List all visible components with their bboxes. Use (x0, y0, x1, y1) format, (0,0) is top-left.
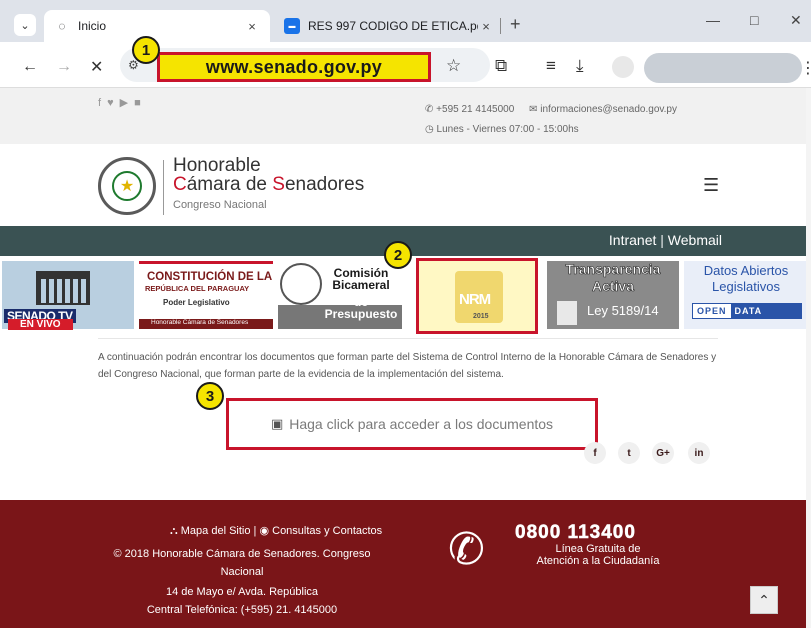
profile-avatar[interactable] (612, 56, 634, 78)
phone-hotline-icon: ✆ (448, 525, 485, 574)
hours-text: Lunes - Viernes 07:00 - 15:00hs (436, 124, 579, 135)
back-button[interactable]: ← (22, 58, 38, 76)
hotline-sub2: Atención a la Ciudadanía (536, 555, 660, 567)
hotline-sub1: Línea Gratuita de (555, 543, 641, 555)
mail-icon: ✉ (529, 104, 541, 115)
footer-central: Central Telefónica: (+595) 21. 4145000 (146, 604, 338, 616)
contact-phone: +595 21 4145000 (436, 104, 515, 115)
phone-icon: ✆ (425, 104, 437, 115)
pdf-icon: ▣ (270, 416, 284, 431)
annotation-badge-3: 3 (196, 382, 224, 410)
bookmark-star-icon[interactable]: ☆ (446, 56, 461, 76)
sitemap-icon: ⛬ (170, 525, 181, 537)
intranet-link[interactable]: Intranet (609, 232, 656, 248)
open-data-logo: OPEN DATA (692, 303, 802, 319)
twitter-share-icon[interactable]: t (618, 442, 640, 464)
senate-seal-logo[interactable]: ★ (98, 157, 156, 215)
flickr-icon[interactable]: ■ (134, 97, 147, 109)
footer-copyright: © 2018 Honorable Cámara de Senadores. Co… (113, 548, 371, 560)
twitter-icon[interactable]: ♥ (107, 97, 120, 109)
loading-icon: ◌ (58, 19, 66, 33)
new-tab-button[interactable]: + (510, 14, 521, 35)
pdf-favicon-icon: ▬ (284, 18, 300, 34)
document-icon (557, 301, 577, 325)
hamburger-menu-icon[interactable]: ☰ (703, 175, 719, 196)
docs-link-label: Haga click para acceder a los documentos (289, 416, 554, 432)
footer-address: 14 de Mayo e/ Avda. República (165, 586, 319, 598)
constitucion-banner[interactable]: CONSTITUCIÓN DE LA REPÚBLICA DEL PARAGUA… (139, 261, 273, 329)
sitemap-link[interactable]: Mapa del Sitio (181, 525, 251, 537)
menu-icon[interactable]: ⋮ (800, 58, 811, 78)
reading-list-icon[interactable]: ≡ (546, 56, 556, 76)
hotline-number[interactable]: 0800 113400 (515, 522, 636, 544)
contact-line: ✆ +595 21 4145000 ✉ informaciones@senado… (425, 104, 677, 115)
url-text[interactable]: www.senado.gov.py (157, 52, 431, 82)
docs-access-link[interactable]: ▣ Haga click para acceder a los documento… (226, 398, 598, 450)
seal-icon (280, 263, 322, 305)
close-tab-icon[interactable]: × (478, 19, 494, 34)
minimize-button[interactable]: — (706, 12, 720, 28)
logo-divider (163, 160, 164, 215)
forward-button[interactable]: → (56, 58, 72, 76)
stop-loading-button[interactable]: ✕ (90, 57, 103, 77)
facebook-icon[interactable]: f (98, 97, 107, 109)
annotation-badge-1: 1 (132, 36, 160, 64)
download-icon[interactable]: ⤓ (576, 56, 584, 76)
facebook-share-icon[interactable]: f (584, 442, 606, 464)
tab-divider (500, 18, 501, 34)
tab-title: RES 997 CODIGO DE ETICA.pdf (308, 19, 478, 33)
tab-title: Inicio (78, 19, 107, 33)
building-icon (36, 271, 90, 305)
scroll-to-top-button[interactable]: ⌃ (750, 586, 778, 614)
intranet-webmail-links: Intranet | Webmail (608, 232, 722, 248)
google-plus-share-icon[interactable]: G+ (652, 442, 674, 464)
close-tab-icon[interactable]: × (244, 19, 260, 34)
annotation-badge-2: 2 (384, 241, 412, 269)
youtube-icon[interactable]: ▶ (120, 97, 134, 109)
contact-email[interactable]: informaciones@senado.gov.py (540, 104, 677, 115)
social-icons-top: f♥▶■ (98, 96, 147, 109)
contact-hours: ◷ Lunes - Viernes 07:00 - 15:00hs (425, 124, 579, 135)
maximize-button[interactable]: □ (750, 12, 758, 28)
tab-search-button[interactable]: ⌄ (14, 14, 36, 36)
intro-paragraph: A continuación podrán encontrar los docu… (98, 352, 717, 380)
brand-line3: Congreso Nacional (173, 199, 267, 211)
consultas-link[interactable]: Consultas y Contactos (272, 525, 382, 537)
content-divider (98, 338, 718, 339)
help-icon: ◉ (259, 525, 273, 537)
linkedin-share-icon[interactable]: in (688, 442, 710, 464)
tab-pdf[interactable]: ▬ RES 997 CODIGO DE ETICA.pdf × (274, 10, 504, 42)
brand-line2: Cámara de Senadores (173, 174, 365, 195)
datos-abiertos-banner[interactable]: Datos Abiertos Legislativos OPEN DATA (684, 261, 808, 329)
clock-icon: ◷ (425, 124, 437, 135)
footer-links: ⛬ Mapa del Sitio | ◉ Consultas y Contact… (170, 525, 383, 537)
comision-presupuesto-banner[interactable]: Comisión Bicameral de Presupuesto (278, 261, 402, 329)
tab-inicio[interactable]: ◌ Inicio × (44, 10, 270, 42)
footer-copyright-2: Nacional (220, 566, 264, 578)
extensions-icon[interactable]: ⧉ (495, 56, 507, 76)
nrm-2015-banner[interactable]: NRM 2015 (416, 258, 538, 334)
senado-tv-banner[interactable]: SENADO TV EN VIVO (2, 261, 134, 330)
toolbar-search-pill[interactable] (644, 53, 802, 83)
close-window-button[interactable]: ✕ (790, 12, 802, 29)
webmail-link[interactable]: Webmail (668, 232, 722, 248)
transparencia-banner[interactable]: Transparencia Activa Ley 5189/14 (547, 261, 679, 329)
page-scrollbar[interactable] (806, 88, 811, 628)
